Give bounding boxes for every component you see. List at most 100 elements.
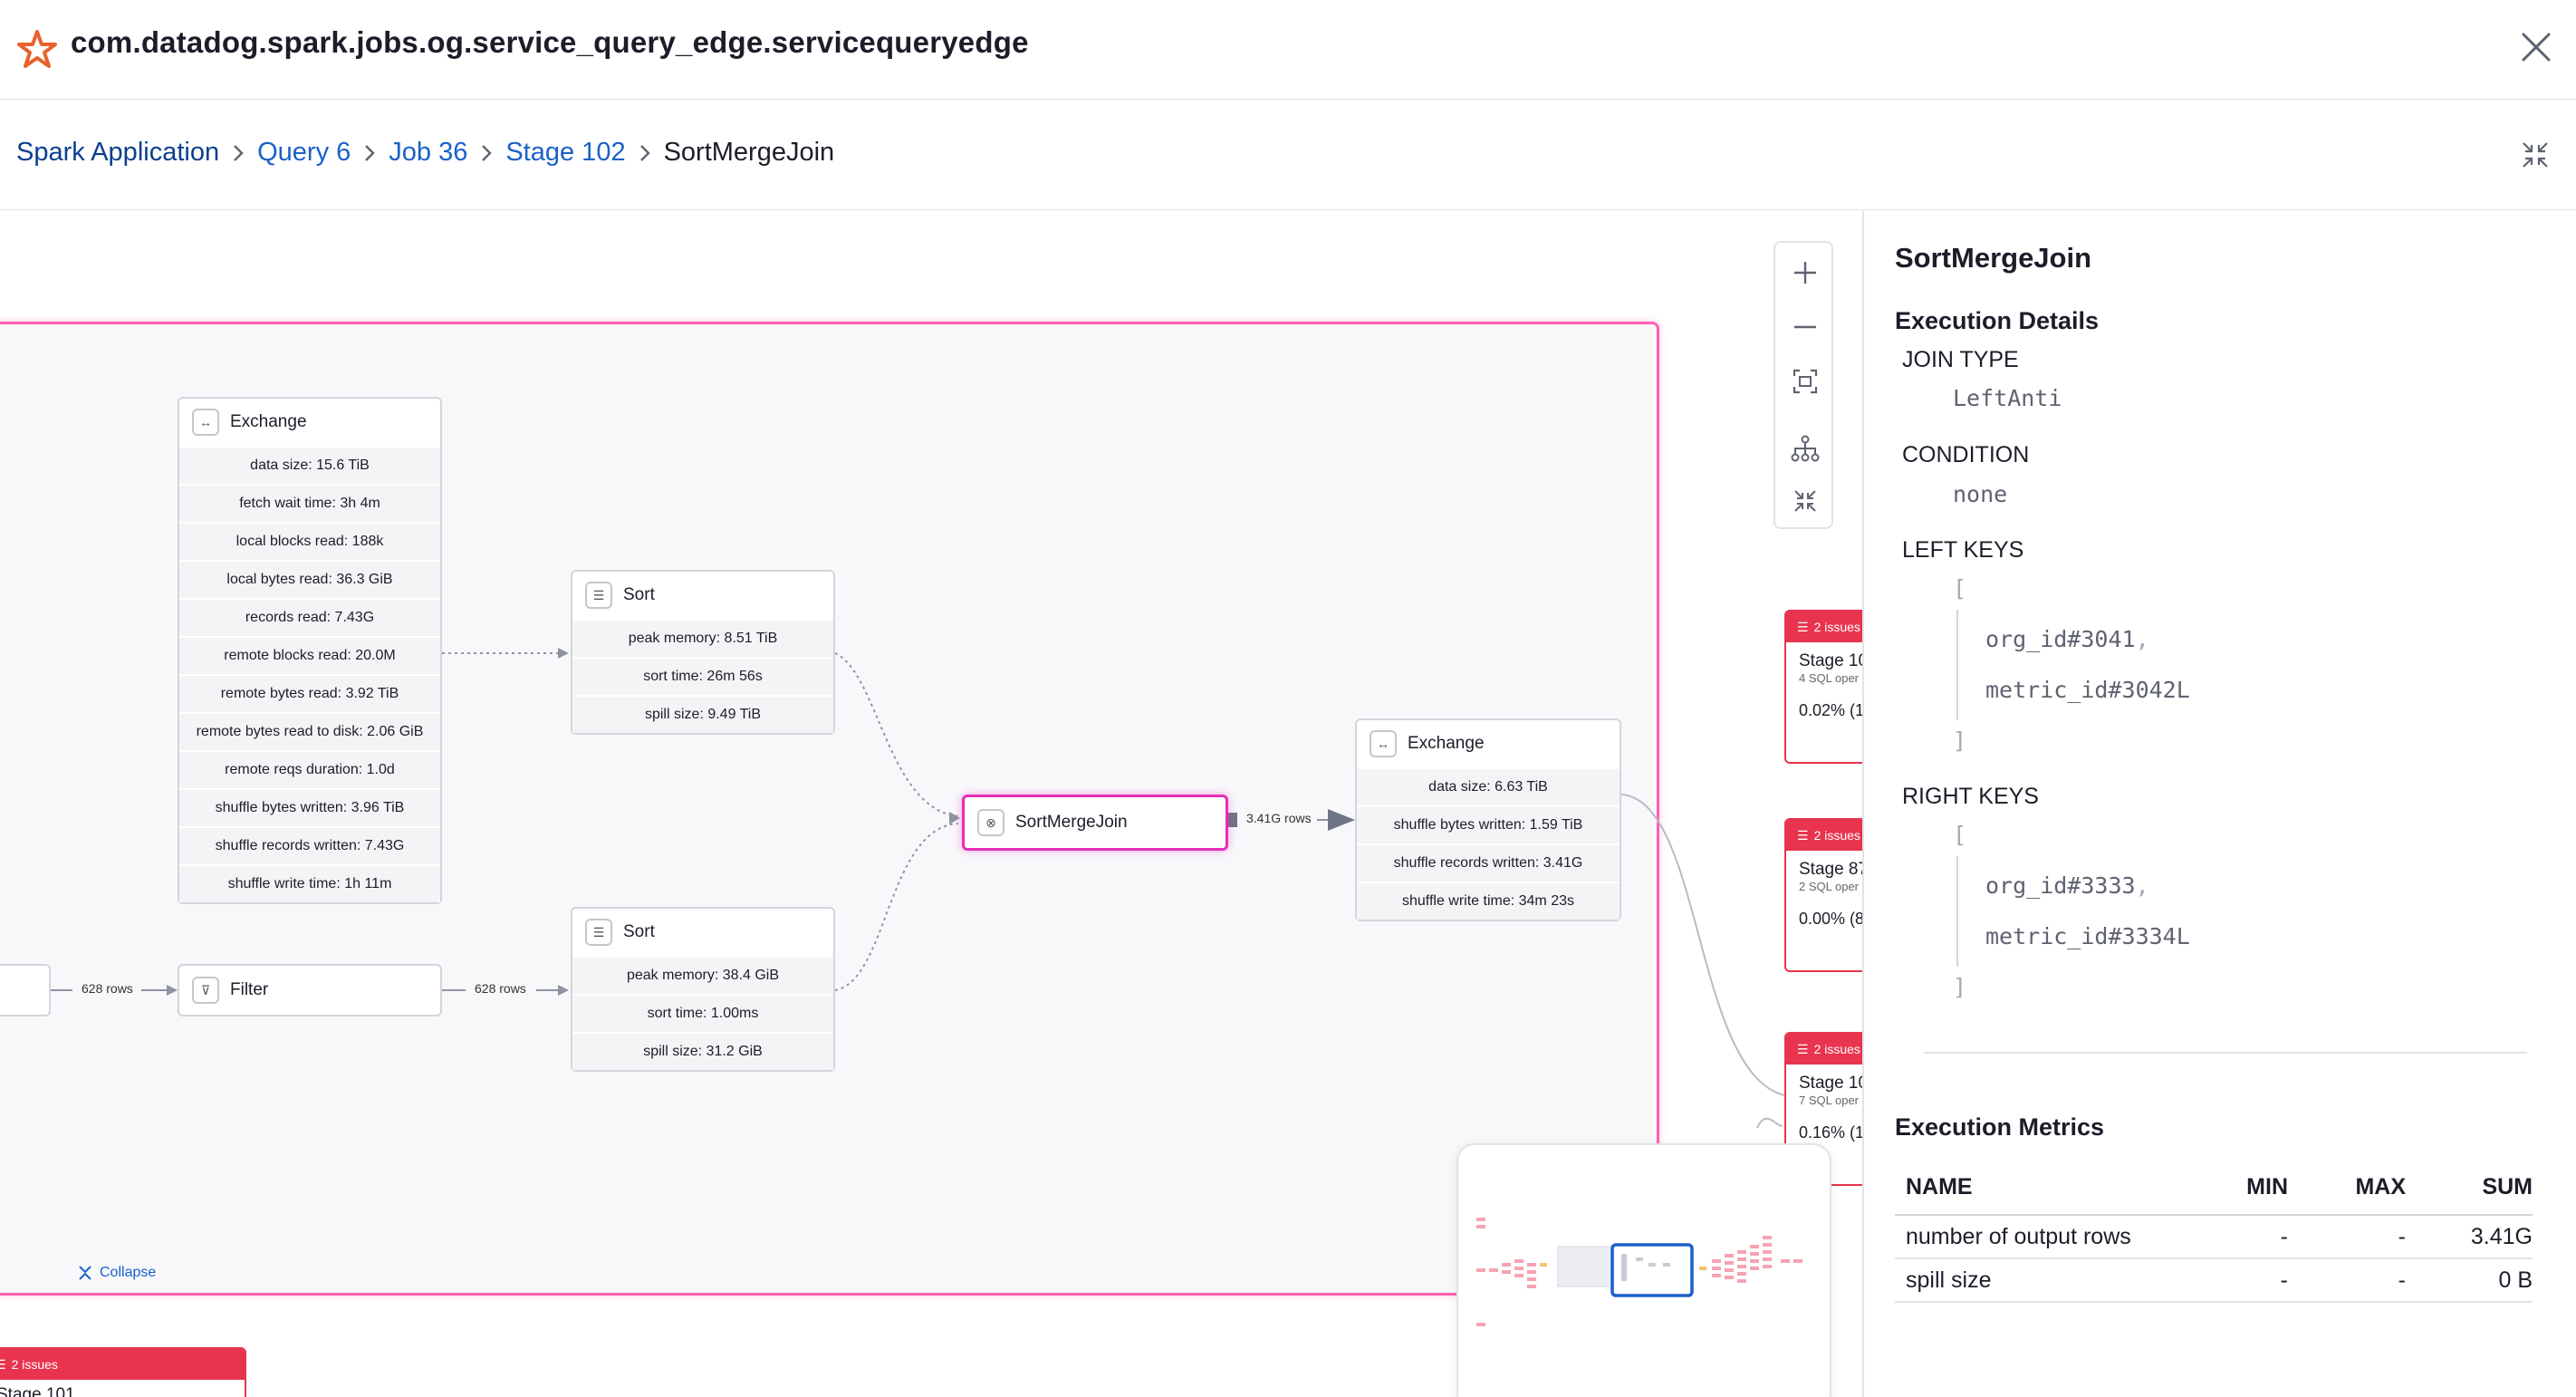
chevron-right-icon (351, 140, 389, 167)
breadcrumb: Spark Application Query 6 Job 36 Stage 1… (0, 100, 2576, 210)
execution-details-heading: Execution Details (1895, 307, 2100, 334)
graph-minimap[interactable] (1456, 1143, 1831, 1397)
edge-sort-to-smj (834, 652, 959, 817)
collapse-group-link[interactable]: Collapse (76, 1264, 156, 1282)
breadcrumb-current: SortMergeJoin (663, 138, 835, 167)
node-metric: records read: 7.43G (179, 598, 440, 636)
table-cell: 3.41G (2406, 1215, 2533, 1259)
execution-metrics-table: NAME MIN MAX SUM number of output rows -… (1895, 1171, 2533, 1303)
breadcrumb-job[interactable]: Job 36 (389, 138, 467, 168)
execution-metrics-heading: Execution Metrics (1895, 1113, 2105, 1141)
node-title: Sort (623, 585, 655, 604)
node-metric: sort time: 26m 56s (572, 657, 833, 695)
edge-row-count: 3.41G rows (1241, 811, 1317, 825)
spark-logo-icon (17, 30, 57, 68)
collapse-all-button[interactable] (1784, 480, 1826, 522)
node-title: SortMergeJoin (1015, 813, 1128, 832)
table-cell: - (2170, 1258, 2288, 1303)
stage-card[interactable]: ☰ 2 issues Stage 10 4 SQL oper 0.02% (1 (1784, 610, 1862, 764)
breadcrumb-query[interactable]: Query 6 (257, 138, 351, 168)
hierarchy-icon (1791, 435, 1820, 462)
shrink-icon (1794, 490, 1816, 512)
stage-card[interactable]: ☰ 2 issues Stage 101 (0, 1347, 246, 1397)
fit-view-icon (1793, 369, 1818, 394)
edge-arrow (558, 648, 569, 659)
exchange-icon: ↔ (192, 409, 219, 436)
right-key: org_id#3333, (1985, 872, 2149, 899)
stage-name: Stage 10 (1799, 651, 1862, 670)
title-bar: com.datadog.spark.jobs.og.service_query_… (0, 0, 2576, 100)
close-icon[interactable] (2514, 25, 2558, 69)
close-bracket: ] (1953, 727, 1967, 754)
table-cell: - (2170, 1215, 2288, 1259)
stage-percent: 0.16% (1 (1799, 1123, 1862, 1142)
node-metric: shuffle bytes written: 3.96 TiB (179, 788, 440, 826)
stage-subtitle: 4 SQL oper (1799, 671, 1860, 685)
left-key-value: org_id#3041 (1985, 626, 2136, 652)
key-separator: , (2135, 872, 2149, 899)
minus-icon (1794, 325, 1816, 329)
node-metric: sort time: 1.00ms (572, 994, 833, 1032)
collapse-panel-icon[interactable] (2518, 138, 2552, 172)
stage-name: Stage 87 (1799, 860, 1862, 879)
condition-label: CONDITION (1902, 442, 2030, 467)
stage-name: Stage 101 (0, 1385, 75, 1397)
execution-graph-canvas[interactable]: ↔ Exchange data size: 15.6 TiB fetch wait… (0, 211, 1862, 1397)
edge-arrow-large (1328, 809, 1355, 831)
sortmergejoin-node[interactable]: ⊗ SortMergeJoin (962, 795, 1228, 851)
table-cell: - (2288, 1215, 2406, 1259)
node-metric: fetch wait time: 3h 4m (179, 484, 440, 522)
issues-icon: ☰ (1797, 827, 1809, 843)
sort-icon: ☰ (585, 919, 612, 946)
edge-exchange-out-2 (1756, 1117, 1783, 1129)
open-bracket: [ (1953, 575, 1967, 602)
edge-arrow (167, 985, 178, 996)
node-title: Exchange (1408, 734, 1485, 753)
breadcrumb-stage[interactable]: Stage 102 (505, 138, 625, 168)
table-cell: number of output rows (1895, 1215, 2170, 1259)
issues-label: 2 issues (1813, 620, 1860, 634)
node-metric: local bytes read: 36.3 GiB (179, 560, 440, 598)
sort-icon: ☰ (585, 582, 612, 609)
column-header: SUM (2406, 1171, 2533, 1216)
stage-subtitle: 7 SQL oper (1799, 1094, 1860, 1107)
node-metric: shuffle write time: 1h 11m (179, 864, 440, 902)
zoom-in-button[interactable] (1784, 252, 1826, 294)
node-title: Exchange (230, 412, 307, 431)
chevron-right-icon (467, 140, 505, 167)
exchange-node[interactable]: ↔ Exchange data size: 6.63 TiB shuffle by… (1355, 718, 1621, 921)
sort-node[interactable]: ☰ Sort peak memory: 8.51 TiB sort time: 2… (571, 570, 835, 735)
filter-node[interactable]: ⊽ Filter (178, 964, 442, 1016)
right-key: metric_id#3334L (1985, 923, 2190, 949)
column-header: MAX (2288, 1171, 2406, 1216)
issues-label: 2 issues (11, 1357, 58, 1372)
issues-badge: ☰ 2 issues (0, 1349, 245, 1380)
fit-view-button[interactable] (1784, 361, 1826, 402)
column-header: MIN (2170, 1171, 2288, 1216)
page-title: com.datadog.spark.jobs.og.service_query_… (71, 25, 1029, 59)
issues-badge: ☰ 2 issues (1786, 612, 1862, 642)
breadcrumb-spark-application[interactable]: Spark Application (16, 138, 219, 168)
left-keys-label: LEFT KEYS (1902, 537, 2024, 563)
plus-icon (1794, 262, 1816, 284)
sort-node[interactable]: ☰ Sort peak memory: 38.4 GiB sort time: 1… (571, 907, 835, 1072)
stage-card[interactable]: ☰ 2 issues Stage 87 2 SQL oper 0.00% (8 (1784, 818, 1862, 972)
table-cell: 0 B (2406, 1258, 2533, 1303)
left-key: metric_id#3042L (1985, 677, 2190, 703)
zoom-out-button[interactable] (1784, 306, 1826, 348)
edge-sort2-to-smj (834, 823, 959, 991)
filter-icon: ⊽ (192, 977, 219, 1004)
node-metric: remote reqs duration: 1.0d (179, 750, 440, 788)
issues-badge: ☰ 2 issues (1786, 1034, 1862, 1065)
stage-subtitle: 2 SQL oper (1799, 880, 1860, 893)
edge-row-count: 628 rows (469, 981, 532, 996)
edge-row-count: 628 rows (76, 981, 139, 996)
issues-icon: ☰ (1797, 619, 1809, 634)
exchange-node[interactable]: ↔ Exchange data size: 15.6 TiB fetch wait… (178, 397, 442, 904)
left-key: org_id#3041, (1985, 626, 2149, 652)
stage-percent: 0.00% (8 (1799, 910, 1862, 928)
input-node[interactable] (0, 964, 51, 1016)
minimap-graph (1476, 1218, 1802, 1326)
node-metric: local blocks read: 188k (179, 522, 440, 560)
layout-tree-button[interactable] (1784, 428, 1826, 469)
